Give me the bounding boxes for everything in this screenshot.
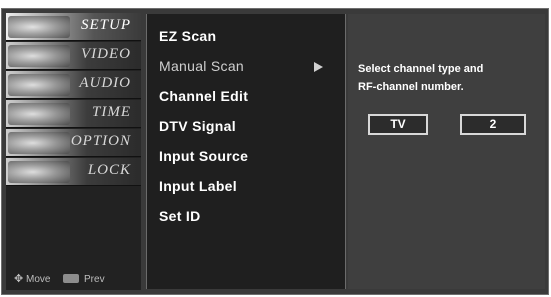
description-line-2: RF-channel number. <box>358 81 464 93</box>
option-thumbnail-icon <box>8 132 70 154</box>
menu-item-channel-edit[interactable]: Channel Edit <box>159 88 248 104</box>
category-video[interactable]: VIDEO <box>6 42 141 70</box>
menu-item-input-source[interactable]: Input Source <box>159 148 248 164</box>
category-option-label: OPTION <box>70 133 131 149</box>
channel-number-value: 2 <box>489 117 497 131</box>
description-line-1: Select channel type and <box>358 63 484 75</box>
channel-type-value: TV <box>390 117 406 131</box>
manual-scan-panel: Select channel type and RF-channel numbe… <box>348 14 545 289</box>
category-audio[interactable]: AUDIO <box>6 71 141 99</box>
category-sidebar: SETUP VIDEO AUDIO TIME OPTION LOCK ✥ Mov… <box>6 13 141 290</box>
category-setup-label: SETUP <box>81 17 131 33</box>
navigation-hint: ✥ Move Prev <box>14 272 105 285</box>
menu-item-set-id[interactable]: Set ID <box>159 208 200 224</box>
category-audio-label: AUDIO <box>79 75 131 91</box>
hint-prev-label: Prev <box>84 274 105 285</box>
submenu-arrow-icon <box>314 62 323 72</box>
category-option[interactable]: OPTION <box>6 129 141 157</box>
hint-move-label: Move <box>26 274 51 285</box>
channel-type-field[interactable]: TV <box>368 114 428 135</box>
tv-menu-window: SETUP VIDEO AUDIO TIME OPTION LOCK ✥ Mov… <box>1 8 549 295</box>
move-arrows-icon: ✥ <box>14 273 24 285</box>
setup-submenu: EZ Scan Manual Scan Channel Edit DTV Sig… <box>146 14 346 289</box>
menu-key-icon <box>63 274 80 283</box>
category-lock[interactable]: LOCK <box>6 158 141 186</box>
category-lock-label: LOCK <box>87 162 131 178</box>
category-setup[interactable]: SETUP <box>6 13 141 41</box>
time-thumbnail-icon <box>8 103 70 125</box>
menu-item-dtv-signal[interactable]: DTV Signal <box>159 118 236 134</box>
menu-item-ez-scan[interactable]: EZ Scan <box>159 28 216 44</box>
category-video-label: VIDEO <box>81 46 131 62</box>
panel-description: Select channel type and RF-channel numbe… <box>358 60 538 96</box>
channel-number-field[interactable]: 2 <box>460 114 526 135</box>
audio-thumbnail-icon <box>8 74 70 96</box>
category-time[interactable]: TIME <box>6 100 141 128</box>
menu-item-input-label[interactable]: Input Label <box>159 178 237 194</box>
lock-thumbnail-icon <box>8 161 70 183</box>
setup-thumbnail-icon <box>8 16 70 38</box>
menu-item-manual-scan[interactable]: Manual Scan <box>159 58 244 74</box>
video-thumbnail-icon <box>8 45 70 67</box>
category-time-label: TIME <box>92 104 131 120</box>
